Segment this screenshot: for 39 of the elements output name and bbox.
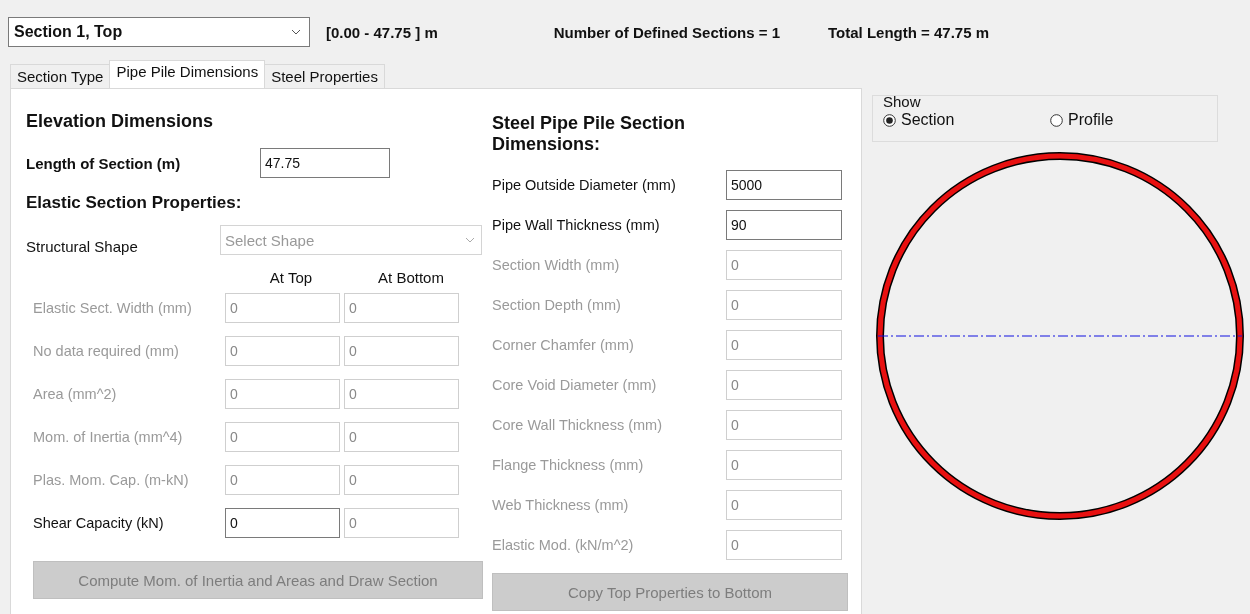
input-field[interactable]: 90 (726, 210, 842, 241)
group-title: Show (883, 93, 921, 111)
section-count: Number of Defined Sections = 1 (553, 23, 781, 41)
field-label: Section Depth (mm) (492, 297, 622, 314)
input-field[interactable]: 0 (225, 507, 340, 538)
tab[interactable]: Section Type (10, 64, 111, 88)
tab[interactable]: Pipe Pile Dimensions (109, 60, 266, 88)
range-label: [0.00 - 47.75 ] m (326, 23, 438, 41)
caret-icon (465, 237, 475, 243)
section-heading: Elastic Section Properties: (26, 193, 243, 213)
tab[interactable]: Steel Properties (264, 64, 385, 88)
field-label: Section Width (mm) (492, 257, 621, 274)
field-label: Length of Section (m) (26, 154, 182, 172)
section-heading: Elevation Dimensions (26, 111, 215, 132)
field-label: Corner Chamfer (mm) (492, 337, 635, 354)
radio-option[interactable]: Section (883, 111, 1050, 129)
column-header: At Top (268, 269, 314, 286)
input-field[interactable]: 47.75 (260, 148, 390, 178)
field-label: No data required (mm) (32, 342, 180, 359)
field-label: Area (mm^2) (32, 385, 118, 402)
field-label: Core Wall Thickness (mm) (492, 417, 663, 434)
field-label: Flange Thickness (mm) (492, 457, 645, 474)
total-length: Total Length = 47.75 m (828, 23, 990, 41)
field-label: Plas. Mom. Cap. (m-kN) (32, 471, 190, 488)
radio-option[interactable]: Profile (1050, 111, 1217, 129)
field-label: Structural Shape (26, 236, 139, 255)
section-dropdown[interactable]: Section 1, Top (8, 17, 310, 47)
field-label: Elastic Mod. (kN/m^2) (492, 537, 635, 554)
column-header: At Bottom (377, 269, 445, 286)
caret-icon (291, 29, 301, 35)
field-label: Pipe Outside Diameter (mm) (492, 177, 677, 194)
field-label: Web Thickness (mm) (492, 497, 630, 514)
field-label: Elastic Sect. Width (mm) (32, 299, 193, 316)
section-heading: Steel Pipe Pile Section Dimensions: (492, 113, 687, 155)
field-label: Core Void Diameter (mm) (492, 377, 658, 394)
field-label: Pipe Wall Thickness (mm) (492, 217, 661, 234)
field-label: Shear Capacity (kN) (32, 514, 165, 531)
field-label: Mom. of Inertia (mm^4) (32, 428, 184, 445)
input-field[interactable]: 5000 (726, 170, 842, 201)
